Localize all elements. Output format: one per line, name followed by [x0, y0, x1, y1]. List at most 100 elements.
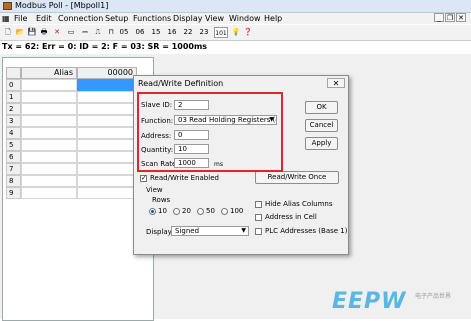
row-header-4: 4	[6, 127, 21, 139]
rows-10-label: 10	[158, 207, 167, 215]
connect-icon[interactable]: ⎓	[80, 27, 90, 38]
alias-cell[interactable]	[21, 127, 77, 139]
rows-50-radio[interactable]	[197, 208, 204, 215]
value-cell[interactable]	[77, 151, 137, 163]
menu-window[interactable]: Window	[229, 14, 261, 24]
value-cell[interactable]	[77, 163, 137, 175]
rw-enabled-label: Read/Write Enabled	[150, 174, 219, 182]
alias-cell[interactable]	[21, 163, 77, 175]
fc16-button[interactable]: 16	[165, 27, 179, 38]
fc23-button[interactable]: 23	[197, 27, 211, 38]
rows-label: Rows	[152, 196, 171, 204]
alias-column-header[interactable]: Alias	[21, 67, 77, 79]
watermark-subtitle: 电子产品世界	[415, 293, 452, 300]
value-cell[interactable]	[77, 115, 137, 127]
doc-icon[interactable]: ▦	[2, 14, 10, 24]
alias-cell[interactable]	[21, 151, 77, 163]
fc06-button[interactable]: 06	[133, 27, 147, 38]
menu-view[interactable]: View	[205, 14, 224, 24]
rows-20-radio[interactable]	[173, 208, 180, 215]
row-header-3: 3	[6, 115, 21, 127]
fc15-button[interactable]: 15	[149, 27, 163, 38]
row-header-7: 7	[6, 163, 21, 175]
display-format-button[interactable]: 101	[214, 27, 228, 38]
apply-button[interactable]: Apply	[305, 137, 338, 150]
fc05-button[interactable]: 05	[117, 27, 131, 38]
menu-bar: ▦ File Edit Connection Setup Functions D…	[0, 13, 471, 24]
print-icon[interactable]: 🖶	[39, 27, 49, 38]
menu-connection[interactable]: Connection	[58, 14, 103, 24]
context-help-icon[interactable]: ❓	[243, 27, 253, 38]
value-cell[interactable]	[77, 127, 137, 139]
alias-cell[interactable]	[21, 187, 77, 199]
alias-cell[interactable]	[21, 91, 77, 103]
address-in-cell-label: Address in Cell	[265, 213, 317, 221]
row-header-5: 5	[6, 139, 21, 151]
disconnect-icon[interactable]: ⎍	[93, 27, 103, 38]
menu-edit[interactable]: Edit	[36, 14, 52, 24]
value-cell[interactable]	[77, 139, 137, 151]
minimize-button[interactable]: _	[434, 13, 444, 22]
app-icon	[3, 2, 12, 10]
value-cell[interactable]	[77, 187, 137, 199]
dialog-close-button[interactable]: ✕	[327, 78, 345, 88]
hide-alias-label: Hide Alias Columns	[265, 200, 333, 208]
alias-cell[interactable]	[21, 139, 77, 151]
save-icon[interactable]: 💾	[27, 27, 37, 38]
display-select[interactable]: Signed ▼	[171, 226, 249, 236]
status-line: Tx = 62: Err = 0: ID = 2: F = 03: SR = 1…	[0, 41, 471, 53]
highlight-box	[137, 92, 283, 172]
rows-10-radio[interactable]	[149, 208, 156, 215]
row-header-9: 9	[6, 187, 21, 199]
rows-20-label: 20	[182, 207, 191, 215]
chevron-down-icon: ▼	[241, 227, 246, 234]
title-bar: Modbus Poll - [Mbpoll1]	[0, 0, 471, 13]
status-text: Tx = 62: Err = 0: ID = 2: F = 03: SR = 1…	[2, 42, 208, 51]
value-cell[interactable]	[77, 91, 137, 103]
close-button[interactable]: ✕	[456, 13, 466, 22]
alias-cell[interactable]	[21, 115, 77, 127]
fc22-button[interactable]: 22	[181, 27, 195, 38]
rows-100-radio[interactable]	[221, 208, 228, 215]
window-icon[interactable]: ▭	[66, 27, 76, 38]
ok-button[interactable]: OK	[305, 101, 338, 114]
rows-100-label: 100	[230, 207, 244, 215]
value-cell[interactable]	[77, 103, 137, 115]
display-value: Signed	[175, 227, 200, 235]
menu-file[interactable]: File	[14, 14, 27, 24]
dialog-title: Read/Write Definition	[138, 79, 224, 88]
eepw-watermark: EEPW	[332, 289, 407, 314]
toolbar: 🗋 📂 💾 🖶 ✕ ▭ ⎓ ⎍ ⊓ 05 06 15 16 22 23 101 …	[0, 25, 471, 41]
value-cell[interactable]	[77, 175, 137, 187]
menu-display[interactable]: Display	[173, 14, 203, 24]
row-header-0: 0	[6, 79, 21, 91]
corner-header	[6, 67, 21, 79]
rw-once-button[interactable]: Read/Write Once	[255, 171, 339, 184]
address-in-cell-checkbox[interactable]	[255, 214, 262, 221]
menu-setup[interactable]: Setup	[105, 14, 128, 24]
new-icon[interactable]: 🗋	[3, 27, 13, 38]
delete-icon[interactable]: ✕	[52, 27, 62, 38]
open-icon[interactable]: 📂	[15, 27, 25, 38]
value-column-header[interactable]: 00000	[77, 67, 137, 79]
restore-button[interactable]: ❐	[445, 13, 455, 22]
row-header-1: 1	[6, 91, 21, 103]
value-cell-selected[interactable]	[77, 79, 137, 91]
menu-functions[interactable]: Functions	[133, 14, 171, 24]
display-label: Display:	[146, 228, 174, 236]
plc-addresses-checkbox[interactable]	[255, 228, 262, 235]
window-title: Modbus Poll - [Mbpoll1]	[15, 1, 109, 10]
plc-addresses-label: PLC Addresses (Base 1)	[265, 227, 348, 235]
hide-alias-checkbox[interactable]	[255, 201, 262, 208]
row-header-2: 2	[6, 103, 21, 115]
single-read-icon[interactable]: ⊓	[106, 27, 116, 38]
about-icon[interactable]: 💡	[231, 27, 241, 38]
alias-cell[interactable]	[21, 103, 77, 115]
row-header-8: 8	[6, 175, 21, 187]
menu-help[interactable]: Help	[264, 14, 282, 24]
alias-cell[interactable]	[21, 175, 77, 187]
cancel-button[interactable]: Cancel	[305, 119, 338, 132]
rw-enabled-checkbox[interactable]: ✓	[140, 175, 147, 182]
alias-cell[interactable]	[21, 79, 77, 91]
view-group-label: View	[146, 186, 163, 194]
